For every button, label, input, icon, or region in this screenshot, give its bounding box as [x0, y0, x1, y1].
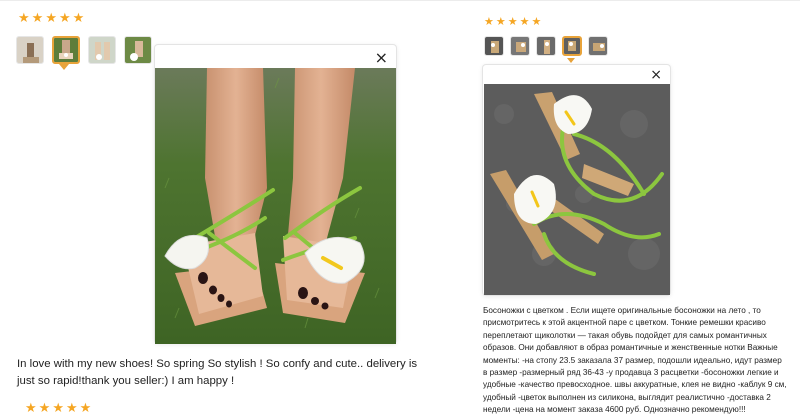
review-thumbnail[interactable]: [588, 36, 608, 56]
star-icon: ★: [519, 15, 530, 28]
star-icon: ★: [31, 11, 44, 26]
star-icon: ★: [52, 401, 64, 414]
review-thumbnail[interactable]: [536, 36, 556, 56]
review-thumbnail[interactable]: [510, 36, 530, 56]
star-icon: ★: [18, 11, 30, 26]
right-thumbnail-strip: [484, 36, 608, 56]
star-icon: ★: [507, 15, 518, 28]
star-icon: ★: [58, 11, 71, 26]
left-thumbnail-strip: [16, 36, 152, 64]
review-thumbnail-active[interactable]: [562, 36, 582, 56]
review-photo-calla-sandals: [484, 84, 670, 295]
star-icon: ★: [72, 11, 85, 26]
star-icon: ★: [484, 15, 494, 28]
star-icon: ★: [38, 401, 51, 414]
review-thumbnail[interactable]: [88, 36, 116, 64]
review-thumbnail[interactable]: [16, 36, 44, 64]
right-rating-stars: ★ ★ ★ ★ ★: [484, 16, 541, 27]
right-photo-viewer: ×: [482, 64, 671, 296]
star-icon: ★: [79, 401, 92, 414]
active-thumbnail-pointer: [567, 58, 575, 63]
right-review-text: Босоножки с цветком . Если ищете оригина…: [483, 306, 787, 414]
review-thumbnail[interactable]: [484, 36, 504, 56]
star-icon: ★: [495, 15, 506, 28]
review-thumbnail-active[interactable]: [52, 36, 80, 64]
reviews-page: ★ ★ ★ ★ ★ × In love with my new shoes! S…: [0, 0, 800, 414]
close-icon[interactable]: ×: [650, 68, 662, 82]
top-divider: [0, 0, 800, 1]
left-photo-viewer: ×: [154, 44, 397, 344]
star-icon: ★: [531, 15, 542, 28]
star-icon: ★: [25, 401, 37, 414]
left-rating-stars: ★ ★ ★ ★ ★: [18, 12, 84, 25]
review-thumbnail[interactable]: [124, 36, 152, 64]
star-icon: ★: [65, 401, 78, 414]
active-thumbnail-pointer: [59, 64, 69, 70]
star-icon: ★: [45, 11, 57, 26]
close-icon[interactable]: ×: [375, 50, 388, 66]
next-review-rating-stars: ★ ★ ★ ★ ★: [25, 402, 91, 414]
review-photo-green-sandals: [155, 68, 396, 344]
left-review-text: In love with my new shoes! So spring So …: [17, 358, 418, 387]
